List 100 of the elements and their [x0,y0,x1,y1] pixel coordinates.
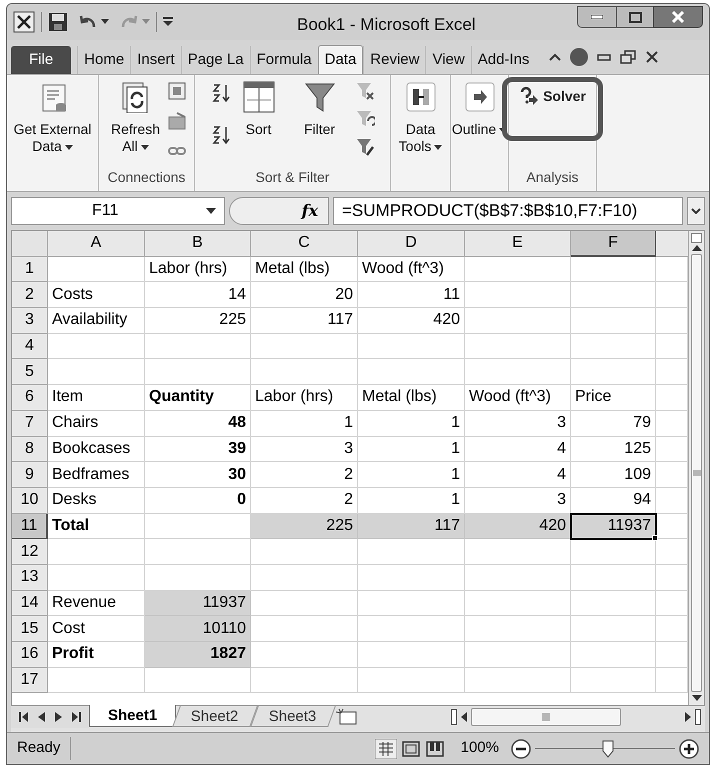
table-cell[interactable]: 20 [251,282,358,308]
table-cell[interactable] [358,539,465,565]
table-cell[interactable]: 225 [251,514,358,540]
table-cell[interactable]: 420 [465,514,571,540]
zoom-in-icon[interactable] [679,738,699,758]
table-cell[interactable]: 117 [251,308,358,334]
table-cell[interactable]: 1 [251,410,358,436]
row-header[interactable]: 5 [12,359,48,386]
previous-sheet-icon[interactable] [38,712,45,722]
row-header[interactable]: 2 [12,282,48,308]
table-cell[interactable]: 1827 [145,642,251,668]
table-cell[interactable] [251,616,358,642]
table-cell[interactable] [358,590,465,616]
table-cell[interactable] [465,564,571,591]
advanced-filter-icon[interactable] [354,137,374,157]
table-cell[interactable] [571,539,656,565]
table-cell[interactable]: Availability [48,308,145,334]
customize-toolbar-icon[interactable] [163,17,173,27]
table-cell[interactable]: 125 [571,436,656,462]
column-header[interactable]: C [251,231,358,257]
scroll-up-icon[interactable] [692,245,702,251]
ribbon-button[interactable]: Refresh All [106,75,164,155]
column-header[interactable]: A [48,231,145,257]
table-cell[interactable] [251,539,358,565]
table-cell[interactable]: 39 [145,436,251,462]
table-cell[interactable] [571,334,656,360]
column-header[interactable]: B [145,231,251,257]
ribbon-tab[interactable]: Data [318,45,364,75]
table-cell[interactable] [571,308,656,334]
row-header[interactable]: 15 [12,616,48,642]
table-cell[interactable] [465,359,571,386]
properties-icon[interactable] [166,111,186,131]
table-cell[interactable]: 48 [145,410,251,436]
sheet-tab[interactable]: Sheet2 [172,706,258,727]
table-cell[interactable] [465,642,571,668]
column-header[interactable]: D [358,231,465,257]
table-cell[interactable] [251,642,358,668]
table-cell[interactable] [145,668,251,694]
insert-function-button[interactable]: fx [302,199,318,223]
table-cell[interactable] [48,256,145,282]
caret-icon[interactable] [101,19,109,25]
table-cell[interactable] [358,359,465,386]
table-cell[interactable]: Desks [48,488,145,514]
table-cell[interactable]: 109 [571,462,656,488]
close-button[interactable] [653,6,703,28]
sort-ascending-icon[interactable] [210,83,230,103]
formula-field[interactable]: =SUMPRODUCT($B$7:$B$10,F7:F10) [333,197,683,225]
scroll-right-icon[interactable] [685,712,691,722]
table-cell[interactable]: Wood (ft^3) [465,385,571,411]
collapse-ribbon-icon[interactable] [549,53,562,61]
table-cell[interactable] [465,668,571,694]
row-header[interactable]: 10 [12,488,48,514]
scroll-thumb[interactable] [471,708,621,726]
table-cell[interactable] [465,334,571,360]
table-cell[interactable]: Metal (lbs) [251,256,358,282]
table-cell[interactable] [465,282,571,308]
table-cell[interactable] [358,616,465,642]
table-cell[interactable]: 117 [358,514,465,540]
table-cell[interactable]: Bedframes [48,462,145,488]
page-layout-icon[interactable] [400,740,421,758]
table-cell[interactable] [251,590,358,616]
table-cell[interactable] [571,668,656,694]
table-cell[interactable] [145,359,251,386]
name-box[interactable]: F11 [11,197,225,225]
table-cell[interactable]: Bookcases [48,436,145,462]
table-cell[interactable]: Price [571,385,656,411]
scroll-thumb[interactable] [691,254,702,692]
vertical-scrollbar[interactable] [688,231,704,705]
row-header[interactable]: 7 [12,410,48,436]
table-cell[interactable]: 11937 [145,590,251,616]
row-header[interactable]: 12 [12,539,48,565]
row-header[interactable]: 17 [12,668,48,694]
table-cell[interactable] [358,334,465,360]
row-header[interactable]: 14 [12,590,48,616]
table-cell[interactable] [48,359,145,386]
table-cell[interactable] [571,282,656,308]
table-cell[interactable]: Total [48,514,145,540]
restore-icon[interactable] [620,50,636,64]
table-cell[interactable] [571,590,656,616]
column-header[interactable]: F [571,231,656,257]
row-header[interactable]: 6 [12,385,48,411]
table-cell[interactable]: 1 [358,436,465,462]
excel-logo-icon[interactable] [13,11,35,33]
table-cell[interactable] [251,564,358,591]
table-cell[interactable]: Labor (hrs) [145,256,251,282]
table-cell[interactable]: 4 [465,436,571,462]
clear-filter-icon[interactable] [354,81,374,101]
table-cell[interactable]: Chairs [48,410,145,436]
help-icon[interactable] [570,48,588,66]
table-cell[interactable]: 10110 [145,616,251,642]
table-cell[interactable] [571,359,656,386]
row-header[interactable]: 9 [12,462,48,488]
table-cell[interactable]: 11937 [571,514,656,540]
table-cell[interactable]: 420 [358,308,465,334]
column-header[interactable]: E [465,231,571,257]
connections-icon[interactable] [166,81,186,101]
table-cell[interactable]: 79 [571,410,656,436]
close-icon[interactable] [645,50,660,64]
table-cell[interactable] [465,616,571,642]
zoom-slider[interactable] [535,738,675,758]
